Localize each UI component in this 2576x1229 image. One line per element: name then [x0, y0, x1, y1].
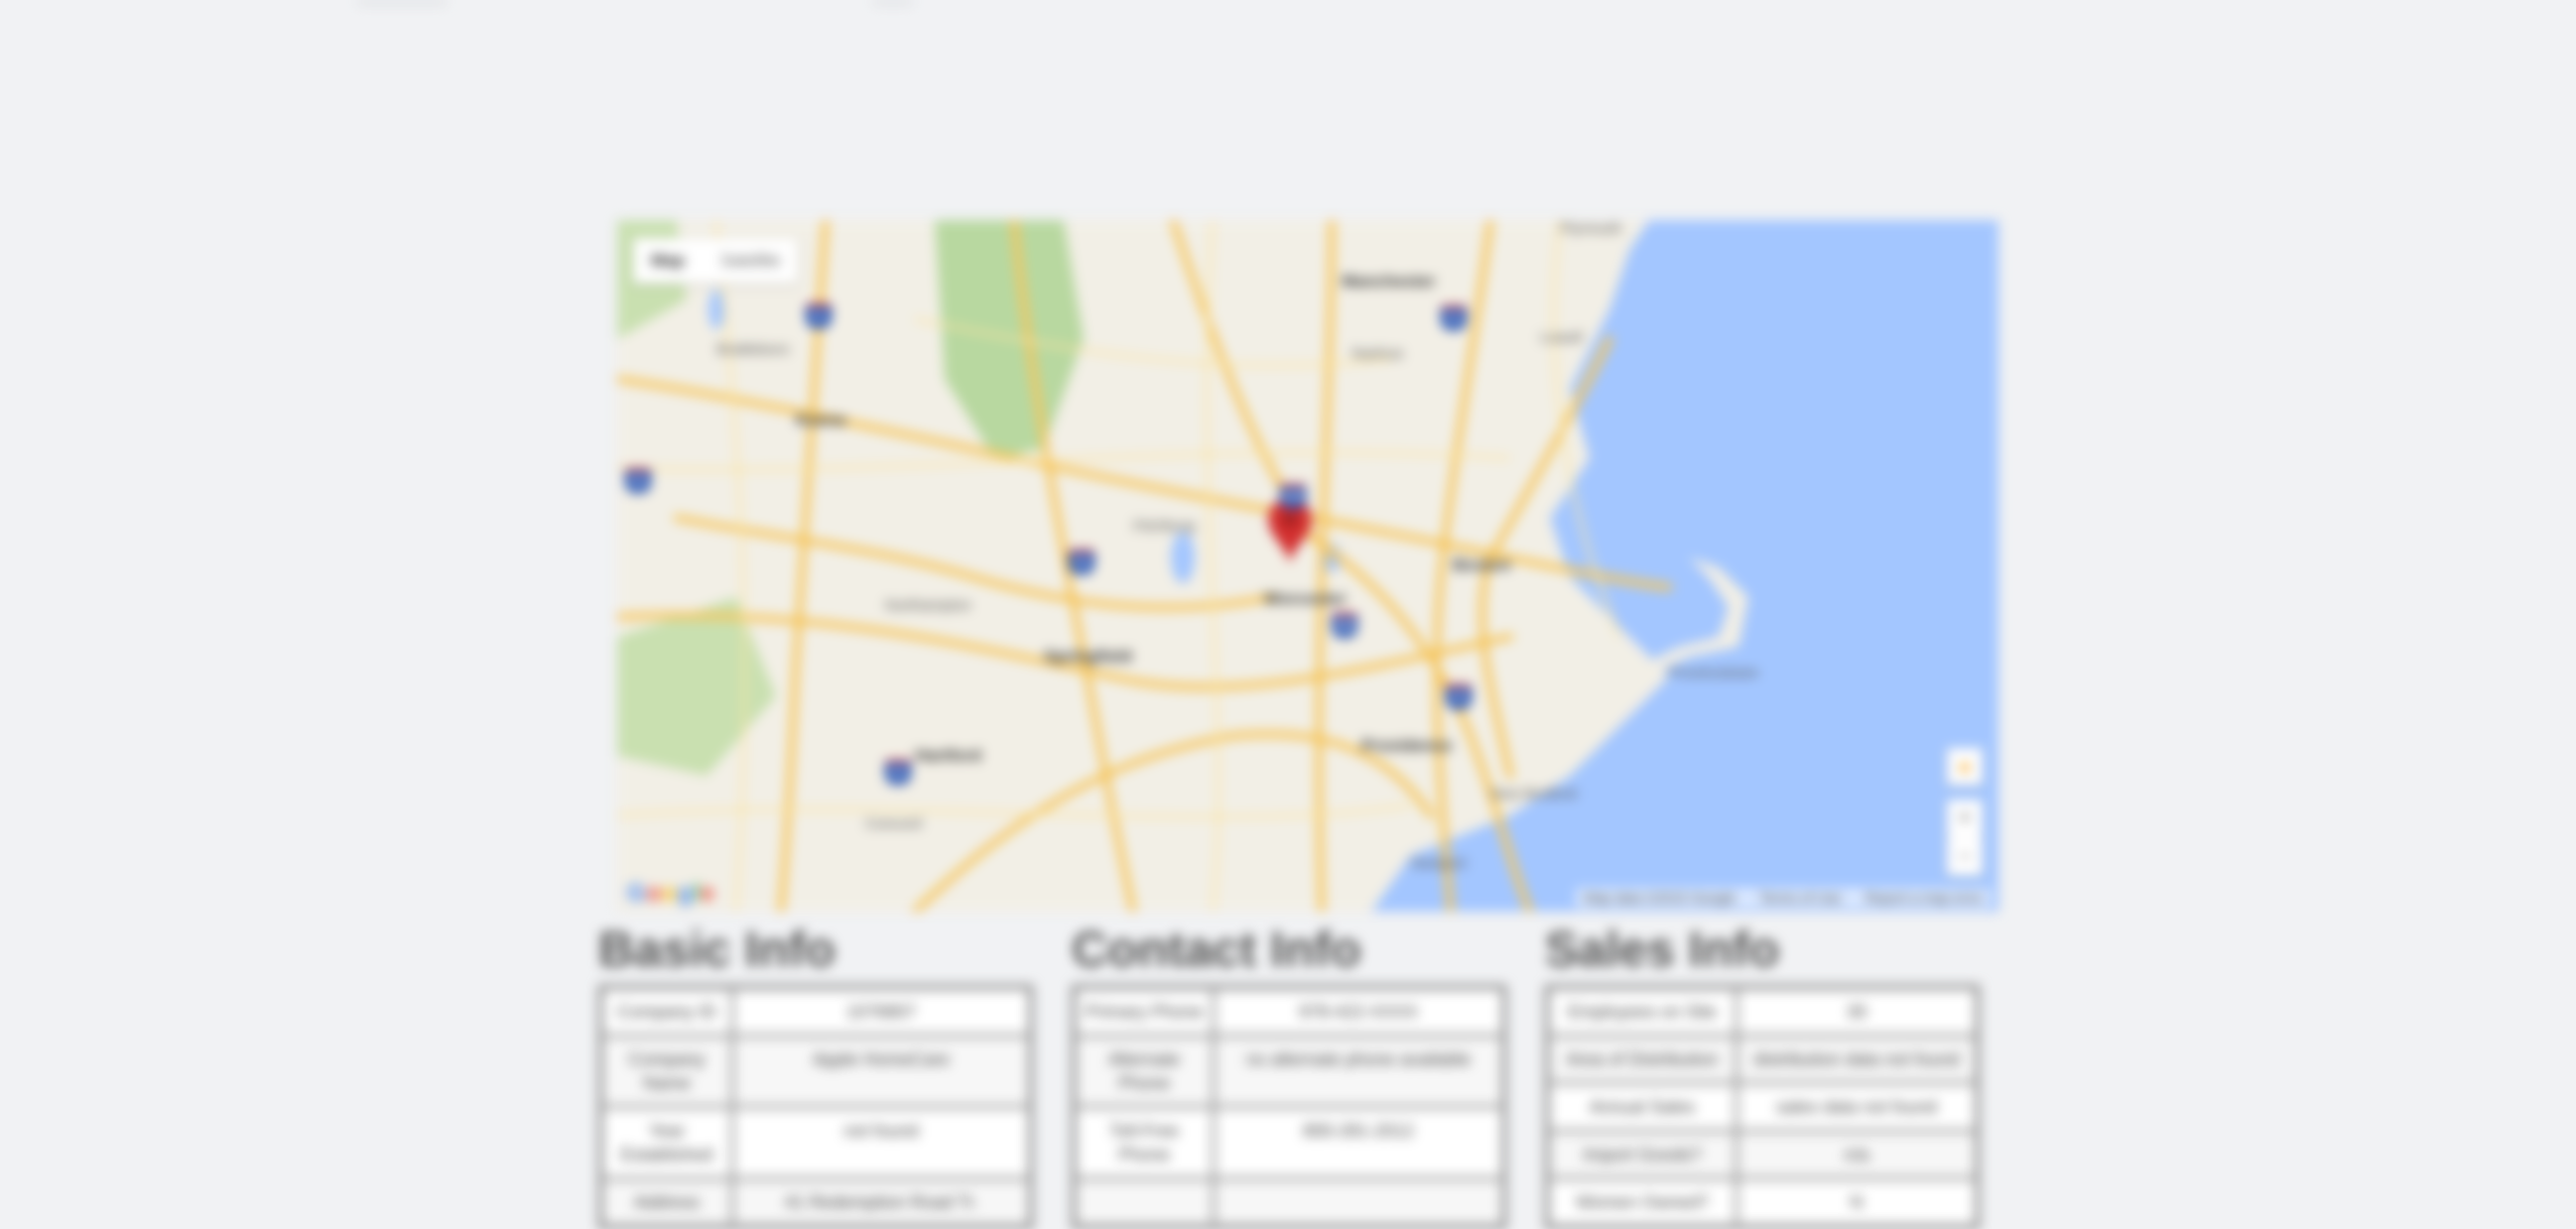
row-value: sales data not found: [1737, 1083, 1977, 1131]
map-type-map-button[interactable]: Map: [633, 238, 703, 284]
table-row: Toll-Free Phone 800-281-2012: [1075, 1107, 1503, 1178]
interstate-shield: 93: [1441, 306, 1467, 330]
contact-info-heading: Contact Info: [1072, 922, 1361, 977]
map-label-nashua: Nashua: [1352, 345, 1403, 362]
map-label-fitchburg: Fitchburg: [1133, 518, 1196, 535]
map-label-concord: Concord: [865, 815, 922, 832]
map-label-newport: Newport: [1411, 855, 1467, 872]
row-label: Employees on Site: [1548, 988, 1737, 1036]
row-value: no alternate phone available: [1214, 1036, 1503, 1107]
basic-info-table: Company ID 1076807 Company Name Apple Ho…: [598, 985, 1033, 1229]
row-value: 41 Redemption Road Tr.: [732, 1178, 1030, 1226]
table-row: Company Name Apple HomeCare: [601, 1036, 1030, 1107]
interstate-shield: 95: [1446, 684, 1472, 709]
highways: [617, 220, 1673, 912]
contact-info-section: Contact Info Primary Phone 978-422-XXXX …: [1072, 918, 1506, 1229]
map-label-hartford: Hartford: [915, 746, 982, 765]
forest-area: [617, 597, 776, 776]
row-value: [1214, 1178, 1503, 1226]
interstate-shield: 290: [1280, 484, 1306, 509]
map-type-control: Map Satellite: [633, 238, 799, 284]
sales-info-table: Employees on Site 30 Area of Distributio…: [1545, 985, 1980, 1229]
zoom-control: + −: [1947, 799, 1983, 876]
map-widget[interactable]: Boston Worcester Providence Springfield …: [617, 220, 1998, 912]
interstate-shield: 90: [1069, 550, 1095, 574]
row-label: Annual Sales: [1548, 1083, 1737, 1131]
sales-info-section: Sales Info Employees on Site 30 Area of …: [1545, 918, 1980, 1229]
basic-info-heading: Basic Info: [598, 922, 836, 977]
row-label: Toll-Free Phone: [1075, 1107, 1214, 1178]
map-label-new-bedford: New Bedford: [1490, 786, 1577, 802]
table-row: Women Owned? N: [1548, 1178, 1977, 1226]
row-value: 1076807: [732, 988, 1030, 1036]
map-label-lowell: Lowell: [1540, 329, 1583, 346]
zoom-out-button[interactable]: −: [1947, 837, 1983, 876]
row-label: [1075, 1178, 1214, 1226]
map-label-keene: Keene: [796, 411, 847, 430]
map-label-northampton: Northampton: [885, 597, 971, 614]
row-label: Women Owned?: [1548, 1178, 1737, 1226]
row-value: not found: [732, 1107, 1030, 1178]
basic-info-section: Basic Info Company ID 1076807 Company Na…: [598, 918, 1033, 1229]
row-value: N: [1737, 1178, 1977, 1226]
page: Boston Worcester Providence Springfield …: [0, 0, 2576, 1229]
reservoir: [1171, 532, 1195, 583]
map-label-brattleboro: Brattleboro: [716, 341, 790, 358]
terms-link[interactable]: Terms of Use: [1759, 890, 1841, 906]
map-label-boston: Boston: [1453, 555, 1511, 574]
table-row: Alternate Phone no alternate phone avail…: [1075, 1036, 1503, 1107]
interstate-shield: 495: [1332, 613, 1357, 638]
nav-link[interactable]: [873, 0, 913, 4]
nav-link[interactable]: [357, 0, 447, 4]
map-label-worcester: Worcester: [1264, 589, 1347, 608]
lake: [708, 290, 724, 329]
interstate-shield: 84: [885, 760, 911, 785]
sales-info-heading: Sales Info: [1545, 922, 1780, 977]
table-row: Annual Sales sales data not found: [1548, 1083, 1977, 1131]
row-value: 800-281-2012: [1214, 1107, 1503, 1178]
marker-dot: [1284, 514, 1296, 526]
row-label: Alternate Phone: [1075, 1036, 1214, 1107]
street-view-pegman-icon[interactable]: ●: [1947, 748, 1983, 786]
map-label-manchester: Manchester: [1342, 272, 1436, 291]
zoom-in-button[interactable]: +: [1947, 799, 1983, 837]
top-nav: [0, 0, 2576, 12]
row-label: Area of Distribution: [1548, 1036, 1737, 1083]
row-value: n/a: [1737, 1131, 1977, 1178]
report-error-link[interactable]: Report a map error: [1866, 890, 1983, 906]
forest-area: [935, 220, 1084, 458]
interstate-shield: 90: [625, 468, 651, 493]
row-label: Company Name: [601, 1036, 732, 1107]
table-row: [1075, 1178, 1503, 1226]
table-row: Area of Distribution distribution data n…: [1548, 1036, 1977, 1083]
map-label-provincetown: Provincetown: [1669, 665, 1759, 681]
row-label: Address: [601, 1178, 732, 1226]
map-footer: Map data ©2015 Google Terms of Use Repor…: [1576, 888, 1991, 908]
row-label: Company ID: [601, 988, 732, 1036]
google-logo[interactable]: Google: [627, 880, 715, 908]
row-value: 30: [1737, 988, 1977, 1036]
map-label-springfield: Springfield: [1044, 647, 1132, 666]
table-row: Year Established not found: [601, 1107, 1030, 1178]
table-row: Company ID 1076807: [601, 988, 1030, 1036]
row-value: Apple HomeCare: [732, 1036, 1030, 1107]
contact-info-table: Primary Phone 978-422-XXXX Alternate Pho…: [1072, 985, 1506, 1229]
map-label-plymouth: Plymouth: [1560, 220, 1622, 237]
table-row: Address 41 Redemption Road Tr.: [601, 1178, 1030, 1226]
map-type-satellite-button[interactable]: Satellite: [703, 238, 798, 284]
row-value: distribution data not found: [1737, 1036, 1977, 1083]
table-row: Employees on Site 30: [1548, 988, 1977, 1036]
table-row: Primary Phone 978-422-XXXX: [1075, 988, 1503, 1036]
row-label: Import Goods?: [1548, 1131, 1737, 1178]
row-value: 978-422-XXXX: [1214, 988, 1503, 1036]
map-attribution: Map data ©2015 Google: [1584, 890, 1737, 906]
map-label-providence: Providence: [1361, 736, 1453, 755]
row-label: Year Established: [601, 1107, 732, 1178]
interstate-shield: 91: [806, 304, 832, 328]
row-label: Primary Phone: [1075, 988, 1214, 1036]
table-row: Import Goods? n/a: [1548, 1131, 1977, 1178]
